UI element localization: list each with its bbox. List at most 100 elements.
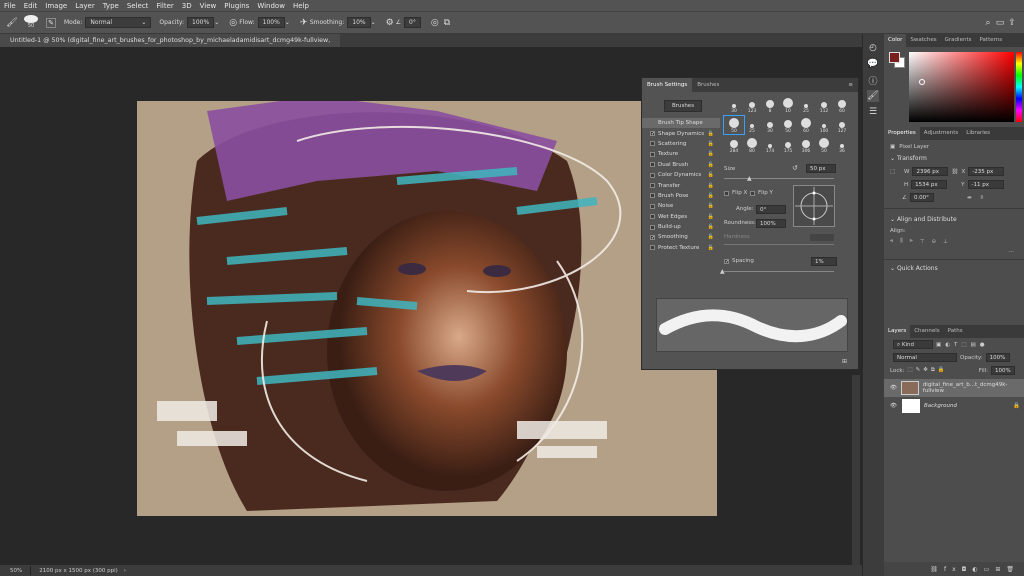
option-dual-brush[interactable]: Dual Brush 🔓 (642, 160, 720, 170)
flow-field[interactable]: 100% (257, 17, 285, 28)
option-protect-texture[interactable]: Protect Texture 🔓 (642, 243, 720, 253)
brush-settings-toggle-icon[interactable]: ✎ (46, 17, 56, 28)
brush-tip-preset[interactable]: 8 (760, 96, 780, 114)
quick-actions-section-title[interactable]: ⌄ Quick Actions (884, 262, 1024, 275)
roundness-field[interactable]: 100% (756, 219, 786, 228)
align-left-icon[interactable]: ⫷ (890, 238, 900, 245)
layer-opacity-field[interactable]: 100% (985, 353, 1010, 362)
tab-patterns[interactable]: Patterns (975, 34, 1006, 47)
brush-tip-preset[interactable]: 36 (832, 136, 852, 154)
option-wet-edges[interactable]: Wet Edges 🔓 (642, 212, 720, 222)
smoothing-field[interactable]: 10% (347, 17, 371, 28)
search-icon[interactable]: ⌕ (982, 17, 994, 29)
flip-y-checkbox[interactable]: Flip Y (750, 190, 773, 196)
share-icon[interactable]: ⇪ (1006, 17, 1018, 29)
tab-gradients[interactable]: Gradients (941, 34, 976, 47)
align-right-icon[interactable]: ⫸ (910, 238, 920, 245)
layer-row-artwork[interactable]: 👁 digital_fine_art_b...t_dcmg49k-fullvie… (884, 379, 1024, 397)
info-icon[interactable]: ⓘ (867, 74, 879, 87)
blend-mode-select[interactable]: Normal (893, 353, 957, 362)
status-arrow-icon[interactable]: › (124, 568, 126, 574)
option-smoothing[interactable]: ✓ Smoothing 🔓 (642, 232, 720, 242)
link-icon[interactable]: ⛓ (951, 169, 958, 175)
new-layer-icon[interactable]: ⊞ (995, 566, 1006, 573)
brush-tool-icon[interactable]: 🖌 (6, 17, 18, 29)
canvas-vertical-scrollbar[interactable] (852, 375, 860, 565)
option-brush-pose[interactable]: Brush Pose 🔓 (642, 191, 720, 201)
brush-tip-preset[interactable]: 175 (778, 136, 798, 154)
panel-menu-icon[interactable]: ≡ (843, 78, 858, 92)
align-middle-icon[interactable]: ⊝ (932, 239, 944, 245)
tab-channels[interactable]: Channels (910, 325, 943, 338)
new-group-icon[interactable]: ▭ (984, 566, 996, 573)
tab-layers[interactable]: Layers (884, 325, 911, 338)
mode-select[interactable]: Normal ⌄ (85, 17, 152, 28)
foreground-background-swatch[interactable] (889, 52, 905, 68)
brush-tip-preset[interactable]: 30 (760, 116, 780, 134)
brush-tip-preset[interactable]: 174 (760, 136, 780, 154)
angle-roundness-widget[interactable] (793, 185, 835, 227)
tab-adjustments[interactable]: Adjustments (920, 127, 962, 140)
spacing-field[interactable]: 1% (811, 257, 837, 266)
brush-tip-preset[interactable]: 25 (742, 116, 762, 134)
history-icon[interactable]: ◴ (867, 42, 879, 54)
flip-x-checkbox[interactable]: Flip X (724, 190, 747, 196)
align-bottom-icon[interactable]: ⊥ (943, 239, 955, 245)
brush-tip-preset[interactable]: 60 (832, 96, 852, 114)
align-center-icon[interactable]: ⫼ (900, 238, 910, 245)
adjustment-layer-icon[interactable]: ◐ (972, 566, 983, 573)
option-build-up[interactable]: Build-up 🔓 (642, 222, 720, 232)
symmetry-icon[interactable]: ⧉ (441, 17, 453, 29)
transform-section-title[interactable]: ⌄ Transform (884, 152, 1024, 165)
tab-brush-settings[interactable]: Brush Settings (642, 78, 693, 92)
option-noise[interactable]: Noise 🔓 (642, 201, 720, 211)
menu-layer[interactable]: Layer (75, 2, 95, 10)
brush-tip-preset[interactable]: 80 (742, 136, 762, 154)
hue-slider[interactable] (1016, 52, 1022, 122)
opacity-field[interactable]: 100% (187, 17, 215, 28)
size-slider[interactable] (724, 178, 834, 179)
menu-edit[interactable]: Edit (24, 2, 38, 10)
gear-icon[interactable]: ⚙ (384, 17, 396, 29)
pressure-opacity-icon[interactable]: ◎ (227, 17, 239, 29)
layer-row-background[interactable]: 👁 Background 🔒 (884, 397, 1024, 415)
brush-tip-preset[interactable]: 50 (723, 115, 745, 135)
artwork-canvas[interactable] (137, 101, 717, 516)
option-brush-tip-shape[interactable]: Brush Tip Shape (642, 118, 720, 129)
align-top-icon[interactable]: ⊤ (920, 239, 932, 245)
tab-swatches[interactable]: Swatches (906, 34, 940, 47)
menu-file[interactable]: File (4, 2, 16, 10)
adjustments-sliders-icon[interactable]: ☰ (867, 106, 879, 118)
size-field[interactable]: 50 px (806, 164, 836, 173)
option-transfer[interactable]: Transfer 🔓 (642, 180, 720, 190)
pressure-size-icon[interactable]: ◎ (429, 17, 441, 29)
brush-tip-preset[interactable]: 50 (778, 116, 798, 134)
brushes-button[interactable]: Brushes (664, 100, 702, 112)
menu-filter[interactable]: Filter (156, 2, 173, 10)
brush-angle-field[interactable]: 0° (404, 17, 421, 28)
brush-tip-preset[interactable]: 60 (796, 116, 816, 134)
option-color-dynamics[interactable]: Color Dynamics 🔓 (642, 170, 720, 180)
add-mask-icon[interactable]: ◘ (962, 566, 973, 573)
fill-field[interactable]: 100% (991, 366, 1015, 375)
comments-icon[interactable]: 💬 (867, 58, 879, 70)
brush-tip-preset[interactable]: 112 (814, 96, 834, 114)
workspace-icon[interactable]: ▭ (994, 17, 1006, 29)
reset-size-icon[interactable]: ↺ (792, 164, 798, 172)
tab-brushes[interactable]: Brushes (692, 78, 724, 92)
brush-tip-preset[interactable]: 10 (778, 96, 798, 114)
menu-plugins[interactable]: Plugins (224, 2, 249, 10)
delete-layer-icon[interactable]: 🗑 (1006, 566, 1020, 573)
brush-tip-preset[interactable]: 30 (724, 96, 744, 114)
brush-tip-preset[interactable]: 25 (796, 96, 816, 114)
menu-window[interactable]: Window (257, 2, 285, 10)
brush-tip-preset[interactable]: 127 (832, 116, 852, 134)
align-section-title[interactable]: ⌄ Align and Distribute (884, 213, 1024, 226)
visibility-eye-icon[interactable]: 👁 (890, 385, 901, 391)
brush-tip-preset[interactable]: 123 (742, 96, 762, 114)
width-field[interactable]: 2396 px (912, 167, 949, 176)
menu-type[interactable]: Type (103, 2, 119, 10)
height-field[interactable]: 1534 px (911, 180, 948, 189)
airbrush-icon[interactable]: ✈ (298, 17, 310, 29)
flip-vertical-icon[interactable]: ⇳ (980, 195, 985, 201)
